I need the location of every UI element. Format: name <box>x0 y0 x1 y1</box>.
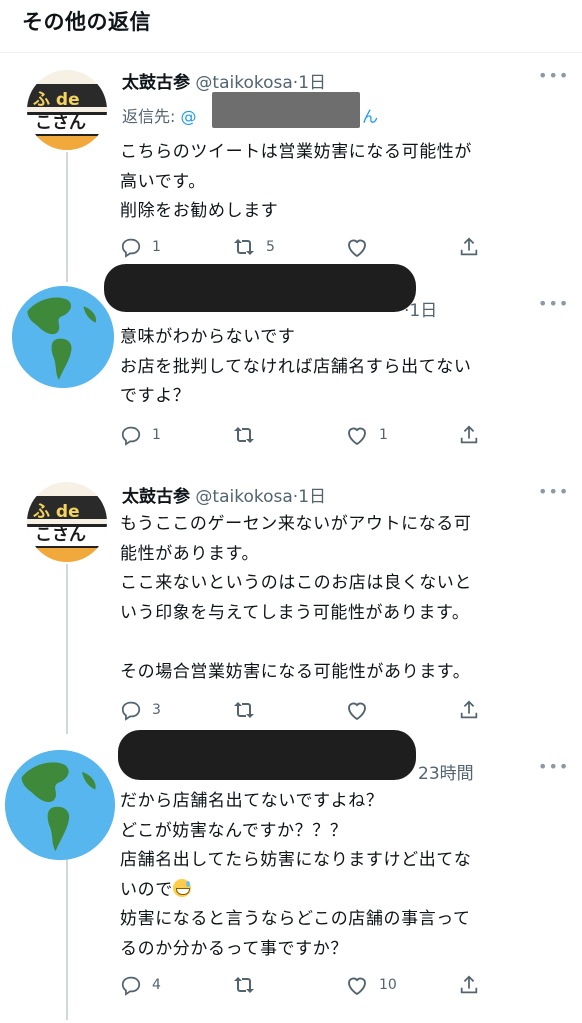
tweet[interactable]: 23時間 ••• だから店舗名出てないですよね？ どこが妨害なんですか？？？ 店… <box>0 730 582 1023</box>
display-name[interactable]: 太鼓古参 <box>122 73 190 93</box>
share-icon <box>460 700 478 719</box>
retweet-icon <box>234 702 254 718</box>
like-button[interactable] <box>345 234 379 260</box>
globe-avatar[interactable] <box>5 750 115 860</box>
timestamp[interactable]: 1日 <box>298 487 326 507</box>
globe-icon <box>5 750 115 860</box>
timestamp[interactable]: 23時間 <box>418 764 474 784</box>
display-name[interactable]: 太鼓古参 <box>122 487 190 507</box>
reply-count: 1 <box>152 239 161 255</box>
reply-button[interactable]: 1 <box>120 422 161 448</box>
tweet-text: もうここのゲーセン来ないがアウトになる可 能性があります。 ここ来ないというのは… <box>120 514 472 682</box>
section-header: その他の返信 <box>0 0 582 53</box>
reply-count: 3 <box>152 702 161 718</box>
heart-icon <box>348 427 366 445</box>
avatar-text: こさん <box>35 113 86 133</box>
avatar-text: ふ de <box>33 90 80 110</box>
reply-to-label: 返信先: <box>122 107 181 126</box>
like-button[interactable]: 10 <box>345 972 397 998</box>
tweet-actions: 3 <box>0 697 582 723</box>
heart-icon <box>348 239 366 257</box>
retweet-icon <box>234 239 254 255</box>
globe-avatar[interactable] <box>12 286 114 388</box>
tweet-header: 太鼓古参 @taikokosa·1日 <box>122 73 327 93</box>
tweet-header: 23時間 <box>418 759 474 784</box>
share-icon <box>460 237 478 256</box>
reply-to-tail: ん <box>362 103 378 127</box>
reply-button[interactable]: 3 <box>120 697 161 723</box>
section-title: その他の返信 <box>22 10 151 34</box>
reply-icon <box>121 426 141 446</box>
tweet-header: ·1日 <box>404 301 438 321</box>
like-count: 10 <box>379 977 397 993</box>
share-button[interactable] <box>458 972 480 998</box>
user-handle[interactable]: @taikokosa <box>195 73 292 93</box>
heart-icon <box>348 702 366 720</box>
sweat-smile-emoji <box>172 878 191 897</box>
avatar-text: ふ de <box>33 502 80 522</box>
retweet-button[interactable] <box>232 697 266 723</box>
avatar-text: こさん <box>35 525 86 545</box>
more-icon[interactable]: ••• <box>538 66 569 85</box>
reply-icon <box>121 976 141 996</box>
share-button[interactable] <box>458 422 480 448</box>
reply-to: 返信先: @ <box>122 103 196 127</box>
more-icon[interactable]: ••• <box>538 482 569 501</box>
tweet[interactable]: ふ de こさん 太鼓古参 @taikokosa·1日 ••• 返信先: @ ん… <box>0 52 582 272</box>
tweet-text-part: 妨害になると言うならどこの店舗の事言って るのか分かるって事ですか？ <box>120 909 471 959</box>
replies-page: その他の返信 ふ de こさん 太鼓古参 @taikokosa·1日 ••• 返… <box>0 0 582 1023</box>
reply-count: 4 <box>152 977 161 993</box>
share-button[interactable] <box>458 697 480 723</box>
retweet-icon <box>234 427 254 443</box>
reply-count: 1 <box>152 427 161 443</box>
timestamp[interactable]: 1日 <box>298 73 326 93</box>
tweet-text: だから店舗名出てないですよね？ どこが妨害なんですか？？？ 店舗名出してたら妨害… <box>120 787 472 964</box>
like-button[interactable] <box>345 697 379 723</box>
tweet-actions: 4 10 <box>0 972 582 998</box>
redacted-name <box>104 264 416 312</box>
retweet-button[interactable] <box>232 422 266 448</box>
reply-to-handle-end[interactable]: ん <box>362 107 378 126</box>
avatar[interactable]: ふ de こさん <box>27 482 107 562</box>
share-button[interactable] <box>458 234 480 260</box>
reply-button[interactable]: 1 <box>120 234 161 260</box>
retweet-count: 5 <box>266 239 275 255</box>
retweet-button[interactable] <box>232 972 266 998</box>
timestamp[interactable]: 1日 <box>409 301 437 321</box>
tweet[interactable]: ふ de こさん 太鼓古参 @taikokosa·1日 ••• もうここのゲーセ… <box>0 472 582 740</box>
like-count: 1 <box>379 427 388 443</box>
reply-icon <box>121 701 141 721</box>
globe-icon <box>12 286 114 388</box>
like-button[interactable]: 1 <box>345 422 388 448</box>
tweet[interactable]: ·1日 ••• 意味がわからないです お店を批判してなければ店舗名すら出てない … <box>0 264 582 472</box>
redacted-name <box>118 730 416 780</box>
share-icon <box>460 975 478 994</box>
redacted-handle <box>212 92 360 128</box>
retweet-icon <box>234 977 254 993</box>
more-icon[interactable]: ••• <box>538 757 569 776</box>
reply-button[interactable]: 4 <box>120 972 161 998</box>
tweet-actions: 1 5 <box>0 234 582 260</box>
heart-icon <box>348 977 366 995</box>
retweet-button[interactable]: 5 <box>232 234 275 260</box>
tweet-text: 意味がわからないです お店を批判してなければ店舗名すら出てない ですよ？ <box>120 327 472 406</box>
tweet-text-part: だから店舗名出てないですよね？ どこが妨害なんですか？？？ 店舗名出してたら妨害… <box>120 791 472 900</box>
avatar[interactable]: ふ de こさん <box>27 70 107 150</box>
reply-icon <box>121 238 141 258</box>
tweet-actions: 1 1 <box>0 422 582 448</box>
share-icon <box>460 425 478 444</box>
reply-to-handle[interactable]: @ <box>180 107 196 126</box>
tweet-header: 太鼓古参 @taikokosa·1日 <box>122 487 327 507</box>
tweet-text: こちらのツイートは営業妨害になる可能性が 高いです。 削除をお勧めします <box>120 142 472 221</box>
more-icon[interactable]: ••• <box>538 294 569 313</box>
user-handle[interactable]: @taikokosa <box>195 487 292 507</box>
